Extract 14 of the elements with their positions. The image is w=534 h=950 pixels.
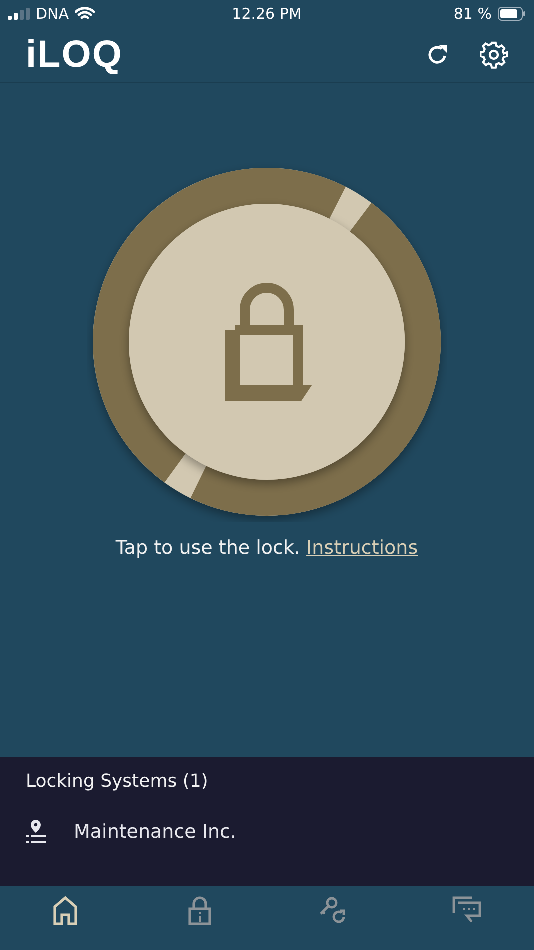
wifi-icon bbox=[75, 7, 96, 21]
section-title: Locking Systems (1) bbox=[26, 771, 210, 792]
battery-percent: 81 % bbox=[454, 5, 492, 23]
carrier-name: DNA bbox=[36, 5, 70, 23]
status-time: 12.26 PM bbox=[232, 5, 302, 23]
locking-system-item[interactable]: Maintenance Inc. bbox=[74, 821, 237, 843]
lock-prompt: Tap to use the lock. bbox=[116, 537, 300, 559]
settings-icon[interactable] bbox=[480, 41, 508, 69]
signal-icon bbox=[8, 8, 30, 20]
refresh-icon[interactable] bbox=[426, 43, 450, 67]
battery-icon bbox=[498, 7, 526, 21]
app-logo: iLOQ bbox=[26, 36, 123, 74]
instructions-link[interactable]: Instructions bbox=[306, 537, 418, 559]
location-list-icon bbox=[26, 820, 46, 844]
